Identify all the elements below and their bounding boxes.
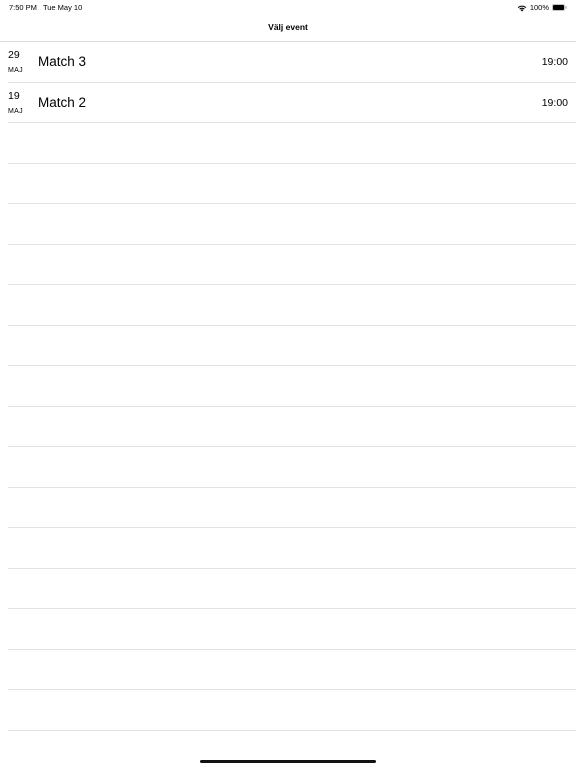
- event-day: 19: [8, 89, 20, 102]
- empty-row: [0, 650, 576, 691]
- empty-row: [0, 164, 576, 205]
- status-bar: 7:50 PM Tue May 10 100%: [0, 0, 576, 14]
- event-day: 29: [8, 49, 20, 61]
- event-row-match-3[interactable]: 29 MAJ Match 3 19:00: [0, 42, 576, 83]
- empty-row: [0, 285, 576, 326]
- wifi-icon: [517, 5, 527, 11]
- empty-row: [0, 326, 576, 367]
- empty-row: [0, 123, 576, 164]
- empty-row: [0, 366, 576, 407]
- empty-row: [0, 609, 576, 650]
- status-date: Tue May 10: [42, 3, 83, 12]
- navigation-bar: Välj event: [0, 14, 576, 42]
- event-time: 19:00: [541, 56, 568, 68]
- event-row-match-2[interactable]: 19 MAJ Match 2 19:00: [0, 83, 576, 124]
- empty-row: [0, 245, 576, 286]
- battery-icon: [552, 4, 567, 11]
- empty-row: [0, 488, 576, 529]
- empty-row: [0, 569, 576, 610]
- status-time: 7:50 PM: [9, 3, 37, 12]
- empty-row: [0, 407, 576, 448]
- home-indicator[interactable]: [200, 760, 376, 763]
- event-list: 29 MAJ Match 3 19:00 19 MAJ Match 2 19:0…: [0, 42, 576, 731]
- empty-row: [0, 204, 576, 245]
- screen: 7:50 PM Tue May 10 100% Välj event 29 MA…: [0, 0, 576, 768]
- battery-percentage: 100%: [529, 3, 549, 12]
- event-title: Match 2: [38, 94, 87, 110]
- status-left: 7:50 PM Tue May 10: [9, 3, 82, 12]
- page-title: Välj event: [268, 22, 308, 32]
- empty-row: [0, 528, 576, 569]
- status-right: 100%: [517, 3, 567, 12]
- empty-row: [0, 690, 576, 731]
- event-time: 19:00: [541, 96, 568, 109]
- event-title: Match 3: [38, 54, 87, 69]
- event-month: MAJ: [8, 67, 23, 74]
- empty-row: [0, 447, 576, 488]
- event-month: MAJ: [8, 107, 23, 115]
